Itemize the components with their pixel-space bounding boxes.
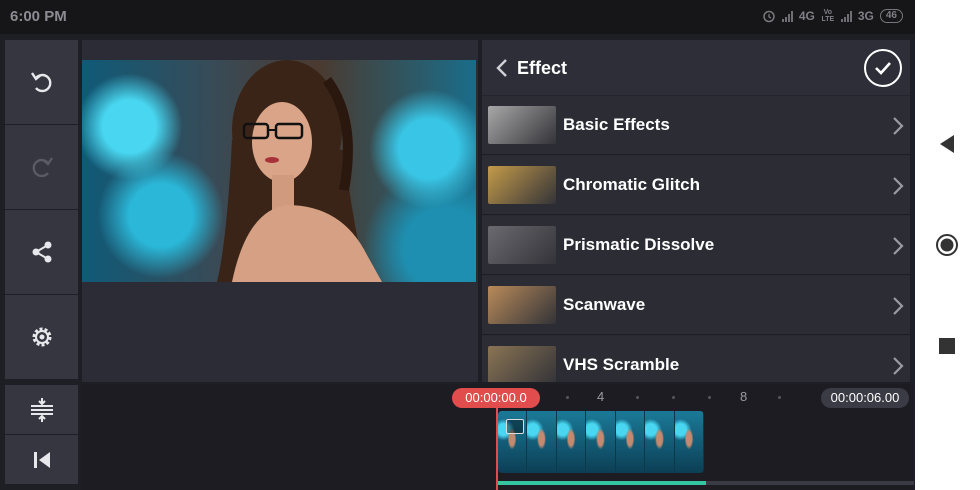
clip-frame [615, 411, 646, 473]
effect-thumbnail [488, 106, 556, 144]
settings-button[interactable] [5, 295, 78, 379]
undo-button[interactable] [5, 40, 78, 124]
effect-item[interactable]: Scanwave [482, 276, 910, 335]
alarm-icon [763, 10, 775, 23]
preview-frame [82, 60, 476, 282]
effect-label: VHS Scramble [563, 355, 680, 374]
clip-frame [645, 411, 675, 473]
current-time: 00:00:00.0 [452, 388, 540, 408]
back-icon[interactable] [492, 57, 512, 79]
back-nav-icon[interactable] [935, 132, 959, 156]
timeline[interactable]: 00:00:00.0 4 8 00:00:06.00 [82, 384, 914, 490]
effect-label: Basic Effects [563, 115, 670, 134]
status-bar: 6:00 PM 4G Vo LTE 3G 46 [0, 0, 915, 34]
effect-thumbnail [488, 166, 556, 204]
effect-label: Prismatic Dissolve [563, 235, 715, 254]
effect-header: Effect [482, 40, 910, 96]
volte-badge: Vo LTE [821, 9, 835, 23]
chevron-right-icon [893, 357, 904, 375]
video-preview[interactable] [82, 40, 478, 382]
playhead[interactable] [496, 408, 498, 490]
effect-title: Effect [517, 58, 568, 78]
effect-thumbnail [488, 226, 556, 264]
redo-button[interactable] [5, 125, 78, 209]
clip-frame [527, 411, 557, 473]
progress-fill [498, 481, 706, 485]
tick-label: 8 [740, 389, 748, 404]
layers-icon [30, 397, 53, 422]
effect-item[interactable]: Prismatic Dissolve [482, 216, 910, 275]
share-button[interactable] [5, 210, 78, 294]
recents-nav-icon[interactable] [935, 334, 959, 358]
signal-icon [781, 10, 793, 22]
effect-label: Chromatic Glitch [563, 175, 700, 194]
effect-item[interactable]: VHS Scramble [482, 336, 910, 382]
end-time: 00:00:06.00 [821, 388, 909, 408]
clip-frame [556, 411, 587, 473]
network-type-2: 3G [857, 9, 874, 23]
navigation-bar [915, 0, 980, 490]
effect-thumbnail [488, 286, 556, 324]
side-toolbar [5, 40, 78, 380]
effect-thumbnail [488, 346, 556, 382]
clip-frame [586, 411, 616, 473]
skip-to-start-button[interactable] [5, 435, 78, 484]
portrait-image [217, 60, 382, 282]
skip-start-icon [33, 451, 50, 468]
effect-label: Scanwave [563, 295, 646, 314]
share-icon [32, 241, 51, 263]
signal-icon [840, 10, 852, 22]
effect-item[interactable]: Basic Effects [482, 96, 910, 155]
effect-panel: Effect Basic Effects Chromatic Glitch Pris… [482, 40, 910, 382]
layers-button[interactable] [5, 385, 78, 434]
clock: 6:00 PM [10, 8, 67, 25]
battery-indicator: 46 [879, 9, 903, 23]
timeline-tools [5, 385, 78, 485]
image-clip-icon [506, 419, 524, 434]
effect-list: Basic Effects Chromatic Glitch Prismatic D… [482, 96, 910, 382]
status-icons: 4G Vo LTE 3G 46 [762, 9, 903, 23]
video-clip[interactable] [498, 411, 704, 473]
effect-item[interactable]: Chromatic Glitch [482, 156, 910, 215]
redo-icon [32, 157, 53, 178]
clip-frame [674, 411, 704, 473]
home-nav-icon[interactable] [935, 233, 959, 257]
progress-bar [498, 481, 914, 485]
chevron-right-icon [893, 177, 904, 195]
confirm-check-icon[interactable] [864, 49, 902, 87]
chevron-right-icon [893, 297, 904, 315]
network-type-1: 4G [798, 9, 815, 23]
chevron-right-icon [893, 117, 904, 135]
chevron-right-icon [893, 237, 904, 255]
undo-icon [30, 72, 51, 93]
video-editor: Effect Basic Effects Chromatic Glitch Pris… [0, 34, 915, 490]
gear-icon [32, 327, 51, 347]
tick-label: 4 [597, 389, 605, 404]
